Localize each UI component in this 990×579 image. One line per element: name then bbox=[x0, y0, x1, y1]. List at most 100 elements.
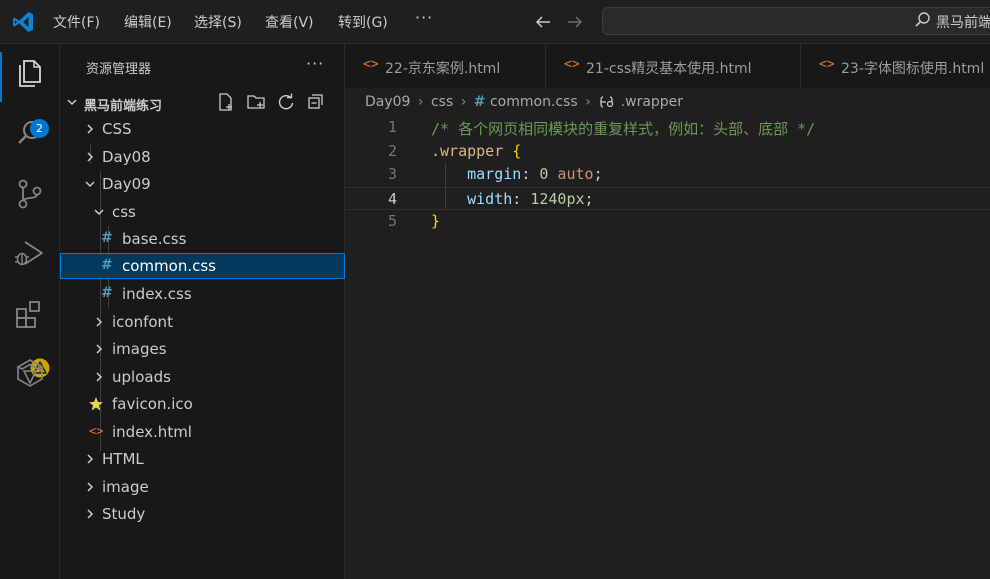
tree-file-common-css[interactable]: # common.css bbox=[60, 253, 345, 279]
tree-folder-image[interactable]: image bbox=[60, 474, 345, 500]
menu-more-button[interactable]: ··· bbox=[415, 8, 433, 27]
breadcrumb-folder-day09[interactable]: Day09 bbox=[365, 94, 410, 110]
chevron-right-icon: › bbox=[417, 94, 424, 110]
tab-label: 22-京东案例.html bbox=[385, 61, 501, 77]
code-punctuation: ; bbox=[593, 165, 603, 183]
tree-folder-day09[interactable]: Day09 bbox=[60, 171, 345, 197]
refresh-icon[interactable] bbox=[276, 92, 296, 112]
new-file-icon[interactable] bbox=[216, 92, 236, 112]
chevron-right-icon bbox=[87, 509, 94, 519]
tree-folder-images[interactable]: images bbox=[60, 336, 345, 362]
html-file-icon: <> bbox=[363, 57, 379, 72]
tree-item-label: HTML bbox=[102, 450, 144, 468]
css-file-icon: # bbox=[473, 94, 486, 110]
tree-folder-css[interactable]: css bbox=[60, 199, 345, 225]
tree-folder-css-upper[interactable]: CSS bbox=[60, 116, 345, 142]
tree-item-label: base.css bbox=[122, 230, 187, 248]
tree-file-base-css[interactable]: # base.css bbox=[60, 226, 345, 252]
chevron-right-icon bbox=[87, 482, 94, 492]
tree-item-label: index.html bbox=[112, 423, 192, 441]
source-control-icon[interactable] bbox=[13, 177, 47, 211]
tree-folder-iconfont[interactable]: iconfont bbox=[60, 309, 345, 335]
arrow-right-icon[interactable] bbox=[566, 13, 584, 31]
code-property: margin bbox=[467, 165, 522, 183]
chevron-right-icon: › bbox=[460, 94, 467, 110]
explorer-more-button[interactable]: ··· bbox=[306, 54, 324, 73]
command-center-text: 黑马前端 bbox=[936, 15, 990, 31]
tab-label: 21-css精灵基本使用.html bbox=[586, 61, 752, 77]
tree-file-index-css[interactable]: # index.css bbox=[60, 281, 345, 307]
code-property: width bbox=[467, 189, 513, 208]
run-debug-icon[interactable] bbox=[13, 237, 47, 271]
explorer-title: 资源管理器 bbox=[86, 62, 152, 77]
css-file-icon: # bbox=[101, 285, 113, 301]
breadcrumb: Day09 › css › # common.css › .wrapper bbox=[365, 94, 683, 110]
explorer-files-icon[interactable] bbox=[13, 56, 47, 90]
breadcrumb-folder-css[interactable]: css bbox=[431, 94, 453, 110]
code-editor[interactable]: 1 /* 各个网页相同模块的重复样式，例如：头部、底部 */ 2 .wrappe… bbox=[345, 116, 990, 234]
css-file-icon: # bbox=[101, 257, 113, 273]
code-selector: .wrapper bbox=[431, 141, 504, 160]
tree-item-label: Day08 bbox=[102, 148, 151, 166]
chevron-right-icon bbox=[87, 454, 94, 464]
tree-item-label: index.css bbox=[122, 285, 192, 303]
chevron-right-icon: › bbox=[585, 94, 591, 110]
workspace-root-row[interactable]: 黑马前端练习 bbox=[60, 89, 345, 115]
tree-folder-study[interactable]: Study bbox=[60, 501, 345, 527]
search-icon bbox=[915, 12, 930, 27]
tree-item-label: css bbox=[112, 203, 136, 221]
active-indicator bbox=[0, 52, 2, 102]
chevron-down-icon bbox=[67, 99, 77, 106]
breadcrumb-file[interactable]: common.css bbox=[490, 94, 578, 110]
arrow-left-icon[interactable] bbox=[534, 13, 552, 31]
tree-file-favicon[interactable]: favicon.ico bbox=[60, 391, 345, 417]
tab-font-icon[interactable]: <> 23-字体图标使用.html bbox=[801, 44, 990, 88]
css-file-icon: # bbox=[101, 230, 113, 246]
chevron-right-icon bbox=[87, 124, 94, 134]
breadcrumb-symbol[interactable]: .wrapper bbox=[621, 94, 683, 110]
tree-folder-html[interactable]: HTML bbox=[60, 446, 345, 472]
code-punctuation: : bbox=[521, 165, 540, 183]
line-number: 5 bbox=[387, 212, 397, 230]
menu-file[interactable]: 文件(F) bbox=[53, 12, 100, 32]
chevron-right-icon bbox=[96, 372, 103, 382]
tree-item-label: common.css bbox=[122, 257, 216, 275]
explorer-sidebar: 资源管理器 ··· 黑马前端练习 CSS Day08 Day09 css # b… bbox=[60, 44, 345, 579]
html-file-icon: <> bbox=[819, 57, 835, 72]
chevron-right-icon bbox=[96, 317, 103, 327]
tab-label: 23-字体图标使用.html bbox=[841, 61, 985, 77]
tab-css-sprite[interactable]: <> 21-css精灵基本使用.html bbox=[546, 44, 801, 88]
menu-go[interactable]: 转到(G) bbox=[338, 12, 388, 32]
extensions-icon[interactable] bbox=[13, 297, 47, 331]
code-line: 5 } bbox=[345, 210, 990, 234]
tree-item-label: iconfont bbox=[112, 313, 173, 331]
tree-folder-day08[interactable]: Day08 bbox=[60, 144, 345, 170]
menu-selection[interactable]: 选择(S) bbox=[194, 12, 242, 32]
tree-item-label: uploads bbox=[112, 368, 171, 386]
tree-item-label: Study bbox=[102, 505, 146, 523]
line-number: 2 bbox=[387, 141, 397, 160]
collapse-all-icon[interactable] bbox=[306, 92, 326, 112]
chevron-right-icon bbox=[87, 152, 94, 162]
chevron-down-icon bbox=[94, 209, 104, 216]
code-brace: { bbox=[512, 141, 522, 160]
tree-file-index-html[interactable]: <> index.html bbox=[60, 419, 345, 445]
code-value: auto bbox=[548, 165, 594, 183]
editor-tabs: <> 22-京东案例.html <> 21-css精灵基本使用.html <> … bbox=[345, 44, 990, 88]
tree-item-label: images bbox=[112, 340, 167, 358]
tab-jd-case[interactable]: <> 22-京东案例.html bbox=[345, 44, 546, 88]
editor-area: <> 22-京东案例.html <> 21-css精灵基本使用.html <> … bbox=[345, 44, 990, 579]
star-icon bbox=[89, 397, 103, 411]
tree-item-label: favicon.ico bbox=[112, 395, 193, 413]
code-comment: /* 各个网页相同模块的重复样式，例如：头部、底部 */ bbox=[431, 120, 816, 138]
menu-edit[interactable]: 编辑(E) bbox=[124, 12, 172, 32]
new-folder-icon[interactable] bbox=[246, 92, 266, 112]
code-line: 2 .wrapper { bbox=[345, 140, 990, 164]
tree-item-label: CSS bbox=[102, 120, 132, 138]
line-number: 1 bbox=[387, 118, 397, 136]
remote-explorer-icon[interactable] bbox=[13, 356, 47, 390]
tree-folder-uploads[interactable]: uploads bbox=[60, 364, 345, 390]
tree-item-label: Day09 bbox=[102, 175, 151, 193]
code-punctuation: : bbox=[512, 189, 531, 208]
menu-view[interactable]: 查看(V) bbox=[265, 12, 314, 32]
